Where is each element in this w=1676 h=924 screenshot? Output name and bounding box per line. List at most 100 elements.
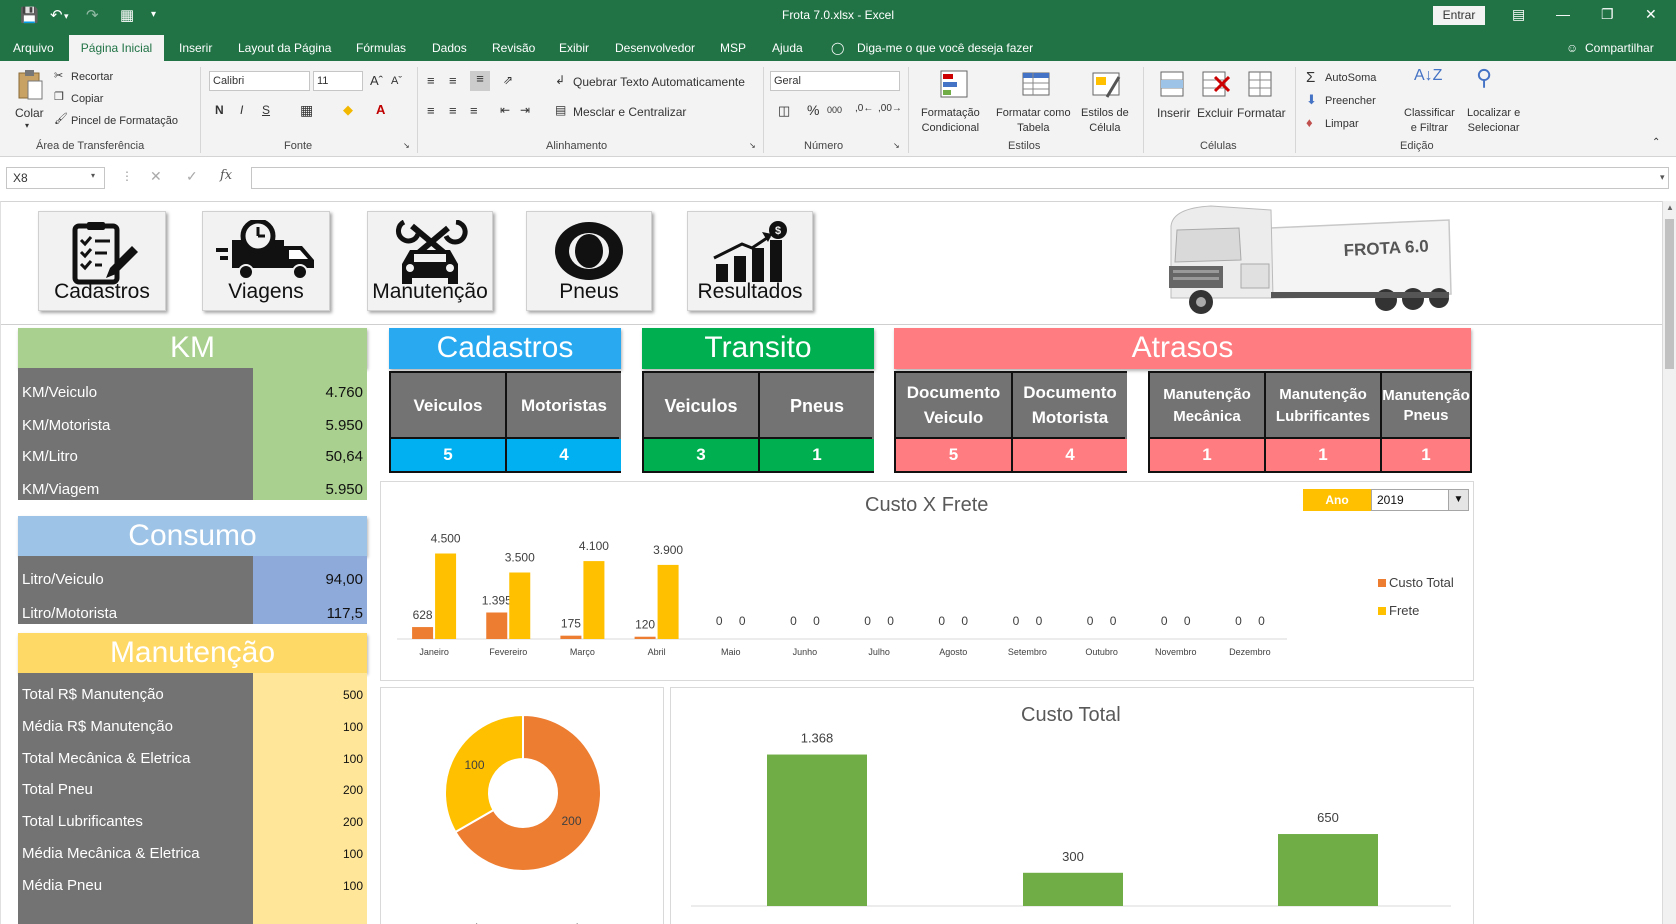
x-tick-label: Fevereiro <box>489 647 527 657</box>
data-label: 300 <box>1062 849 1084 864</box>
scroll-thumb[interactable] <box>1665 219 1674 369</box>
tab-developer[interactable]: Desenvolvedor <box>615 41 695 55</box>
outdent-icon[interactable]: ⇥ <box>520 103 530 117</box>
expand-formula-icon[interactable]: ▾ <box>1660 172 1665 183</box>
chevron-down-icon[interactable]: ▾ <box>25 121 29 130</box>
vertical-scrollbar[interactable]: ▲ <box>1662 201 1676 924</box>
font-size-select[interactable]: 11 <box>313 71 363 91</box>
collapse-ribbon-icon[interactable]: ⌃ <box>1652 137 1660 148</box>
align-right-icon[interactable]: ≡ <box>470 103 478 118</box>
align-center-icon[interactable]: ≡ <box>449 103 457 118</box>
tab-view[interactable]: Exibir <box>559 41 589 55</box>
tab-file[interactable]: Arquivo <box>13 41 54 55</box>
sort-filter-button[interactable]: Classificar e Filtrar <box>1404 106 1455 136</box>
font-dialog-icon[interactable]: ↘ <box>403 141 410 150</box>
increase-decimal-icon[interactable]: ,0← <box>855 103 873 114</box>
thousands-button[interactable]: 000 <box>827 105 842 115</box>
align-left-icon[interactable]: ≡ <box>427 103 435 118</box>
pneus-button[interactable]: Pneus <box>526 211 652 311</box>
fill-button[interactable]: Preencher <box>1325 95 1376 107</box>
tab-home[interactable]: Página Inicial <box>69 35 164 61</box>
align-middle-icon[interactable]: ≡ <box>449 73 457 88</box>
formula-input[interactable] <box>251 167 1669 189</box>
tab-msp[interactable]: MSP <box>720 41 746 55</box>
align-bottom-icon[interactable]: ≡ <box>470 71 490 91</box>
bold-button[interactable]: N <box>215 103 224 117</box>
find-select-button[interactable]: Localizar e Selecionar <box>1467 106 1520 136</box>
resultados-button[interactable]: $ Resultados <box>687 211 813 311</box>
manutencao-row-value: 100 <box>342 751 363 766</box>
format-cells-button[interactable]: Formatar <box>1237 106 1286 120</box>
enter-icon[interactable]: ✓ <box>186 168 198 185</box>
bar-frete <box>435 553 457 639</box>
copy-icon: ❐ <box>54 91 64 103</box>
percent-button[interactable]: % <box>807 102 819 118</box>
cancel-icon[interactable]: ✕ <box>150 168 162 185</box>
atrasos-lubrificantes-value: 1 <box>1266 439 1380 471</box>
tab-insert[interactable]: Inserir <box>179 41 212 55</box>
indent-icon[interactable]: ⇤ <box>500 103 510 117</box>
manutencao-button[interactable]: Manutenção <box>367 211 493 311</box>
currency-icon[interactable]: ◫ <box>778 103 790 119</box>
tab-data[interactable]: Dados <box>432 41 467 55</box>
restore-icon[interactable]: ❐ <box>1601 6 1614 23</box>
share-button[interactable]: Compartilhar <box>1585 41 1654 55</box>
borders-icon[interactable]: ▦ <box>300 102 313 119</box>
cut-button[interactable]: Recortar <box>71 71 113 83</box>
font-color-icon[interactable]: A <box>376 102 385 117</box>
wrap-text-button[interactable]: Quebrar Texto Automaticamente <box>573 75 745 89</box>
chevron-down-icon[interactable]: ▾ <box>91 171 95 180</box>
insert-function-icon[interactable]: fx <box>220 168 232 183</box>
number-dialog-icon[interactable]: ↘ <box>893 141 900 150</box>
tab-help[interactable]: Ajuda <box>772 41 803 55</box>
italic-button[interactable]: I <box>240 103 243 117</box>
cadastros-button[interactable]: Cadastros <box>38 211 166 311</box>
conditional-format-button[interactable]: Formatação Condicional <box>921 106 980 136</box>
km-row: KM/Veiculo 4.760 <box>22 384 363 401</box>
cadastros-motoristas-label: Motoristas <box>507 373 621 439</box>
clear-button[interactable]: Limpar <box>1325 118 1359 130</box>
format-as-table-button[interactable]: Formatar como Tabela <box>996 106 1071 136</box>
data-label: 0 <box>1087 614 1094 628</box>
data-label: 0 <box>1036 614 1043 628</box>
paste-icon[interactable] <box>16 69 44 101</box>
pneus-label: Pneus <box>559 280 619 303</box>
tab-review[interactable]: Revisão <box>492 41 535 55</box>
legend-label-frete: Frete <box>1389 603 1420 618</box>
fill-color-icon[interactable]: ◆ <box>343 102 353 118</box>
increase-font-icon[interactable]: Aˆ <box>370 73 383 88</box>
insert-cells-button[interactable]: Inserir <box>1157 106 1190 120</box>
sign-in-button[interactable]: Entrar <box>1433 6 1485 25</box>
delete-cells-button[interactable]: Excluir <box>1197 106 1233 120</box>
close-icon[interactable]: ✕ <box>1645 6 1657 23</box>
data-label: 0 <box>716 614 723 628</box>
decrease-font-icon[interactable]: Aˇ <box>391 75 402 87</box>
km-row: KM/Viagem 5.950 <box>22 481 363 498</box>
paste-button[interactable]: Colar <box>15 106 44 120</box>
orientation-icon[interactable]: ⇗ <box>503 73 513 87</box>
viagens-button[interactable]: Viagens <box>202 211 330 311</box>
scroll-up-icon[interactable]: ▲ <box>1666 203 1674 212</box>
merge-center-button[interactable]: Mesclar e Centralizar <box>573 105 686 119</box>
tab-page-layout[interactable]: Layout da Página <box>238 41 331 55</box>
manutencao-row-label: Total Mecânica & Eletrica <box>22 749 191 767</box>
km-row: KM/Motorista 5.950 <box>22 417 363 434</box>
group-alignment-label: Alinhamento <box>546 140 608 152</box>
number-format-select[interactable]: Geral <box>770 71 900 91</box>
underline-button[interactable]: S <box>262 103 270 117</box>
x-tick-label: Agosto <box>939 647 967 657</box>
ribbon-display-icon[interactable]: ▤ <box>1512 6 1525 23</box>
growth-chart-icon: $ <box>713 221 787 282</box>
tell-me-input[interactable]: Diga-me o que você deseja fazer <box>857 41 1033 55</box>
align-top-icon[interactable]: ≡ <box>427 73 435 88</box>
font-name-select[interactable]: Calibri <box>209 71 310 91</box>
alignment-dialog-icon[interactable]: ↘ <box>749 141 756 150</box>
data-label: 0 <box>961 614 968 628</box>
cell-styles-button[interactable]: Estilos de Célula <box>1081 106 1129 136</box>
tab-formulas[interactable]: Fórmulas <box>356 41 406 55</box>
decrease-decimal-icon[interactable]: ,00→ <box>878 103 902 114</box>
format-painter-button[interactable]: Pincel de Formatação <box>71 115 178 127</box>
copy-button[interactable]: Copiar <box>71 93 103 105</box>
autosum-button[interactable]: AutoSoma <box>1325 72 1376 84</box>
minimize-icon[interactable]: — <box>1556 6 1570 22</box>
